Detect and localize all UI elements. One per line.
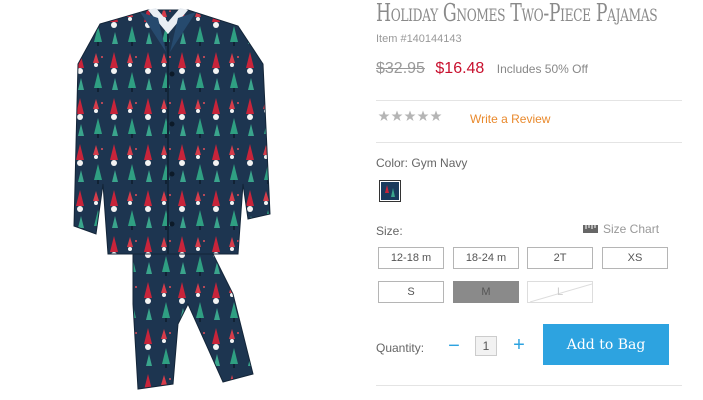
star-icon xyxy=(391,110,403,121)
rating-stars xyxy=(378,110,442,122)
star-icon xyxy=(378,110,390,121)
star-icon xyxy=(404,110,416,121)
product-image-area xyxy=(0,0,330,400)
original-price: $32.95 xyxy=(376,60,425,77)
ruler-icon xyxy=(583,225,598,233)
quantity-label: Quantity: xyxy=(376,341,425,355)
divider xyxy=(376,385,682,386)
gnome-pattern-swatch-icon xyxy=(381,182,399,200)
color-swatch-gym-navy[interactable] xyxy=(379,180,401,202)
quantity-decrease-button[interactable]: − xyxy=(444,336,464,356)
size-option-l-unavailable[interactable]: L xyxy=(527,281,593,303)
quantity-increase-button[interactable]: + xyxy=(509,335,529,355)
add-to-bag-button[interactable]: Add to Bag xyxy=(543,324,669,365)
color-label: Color: xyxy=(376,156,409,170)
star-icon xyxy=(430,110,442,121)
item-number: Item #140144143 xyxy=(376,33,462,45)
sale-price: $16.48 xyxy=(435,60,485,77)
size-option-label: L xyxy=(556,286,564,298)
write-review-link[interactable]: Write a Review xyxy=(470,112,550,126)
size-chart-link[interactable]: Size Chart xyxy=(583,222,659,236)
size-chart-label: Size Chart xyxy=(603,222,660,236)
divider xyxy=(376,100,682,101)
color-row: Color: Gym Navy xyxy=(376,156,467,170)
price-row: $32.95 $16.48 Includes 50% Off xyxy=(376,60,588,78)
size-option-18-24m[interactable]: 18-24 m xyxy=(453,247,519,269)
size-option-12-18m[interactable]: 12-18 m xyxy=(378,247,444,269)
size-option-s[interactable]: S xyxy=(378,281,444,303)
color-name: Gym Navy xyxy=(411,156,468,170)
pajamas-product-image[interactable] xyxy=(38,4,288,394)
star-icon xyxy=(417,110,429,121)
product-title: Holiday Gnomes Two-Piece Pajamas xyxy=(376,0,658,27)
divider xyxy=(376,142,682,143)
size-option-xs[interactable]: XS xyxy=(602,247,668,269)
discount-note: Includes 50% Off xyxy=(496,62,588,76)
size-label: Size: xyxy=(376,224,403,238)
size-option-2t[interactable]: 2T xyxy=(527,247,593,269)
quantity-input[interactable] xyxy=(475,336,497,356)
size-option-m-selected[interactable]: M xyxy=(453,281,519,303)
